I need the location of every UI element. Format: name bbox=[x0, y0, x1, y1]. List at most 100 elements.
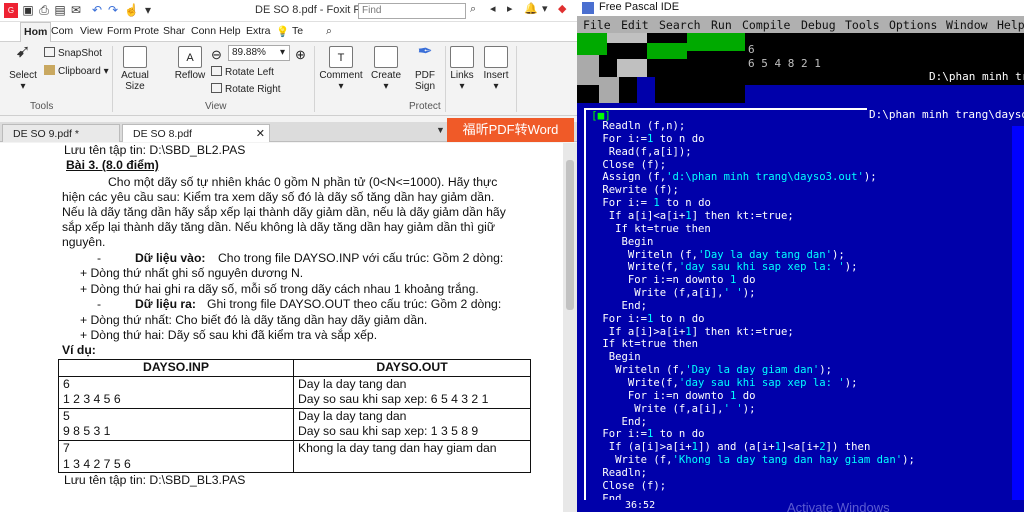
search-icon[interactable]: ⌕ bbox=[326, 25, 332, 38]
code-line[interactable]: For i:=n downto 1 do bbox=[596, 390, 756, 402]
code-line[interactable]: Close (f); bbox=[596, 159, 666, 171]
customize-arrow-icon[interactable]: ▾ bbox=[141, 3, 155, 18]
code-line[interactable]: If kt=true then bbox=[596, 223, 711, 235]
open-icon[interactable]: ▣ bbox=[21, 3, 35, 18]
menu-help[interactable]: Help bbox=[997, 18, 1024, 32]
clipboard-icon bbox=[44, 65, 55, 75]
code-line[interactable]: Writeln (f,'Day la day tang dan'); bbox=[596, 249, 845, 261]
code-line[interactable]: For i:=1 to n do bbox=[596, 133, 704, 145]
code-line[interactable]: Writeln (f,'Day la day giam dan'); bbox=[596, 364, 832, 376]
save-filename-line: Lưu tên tập tin: D:\SBD_BL2.PAS bbox=[64, 143, 246, 157]
print-icon[interactable]: ⎙ bbox=[37, 3, 51, 18]
hand-tool-icon[interactable]: ☝ bbox=[124, 3, 139, 18]
rotate-left-button[interactable]: Rotate Left bbox=[211, 66, 274, 78]
menu-search[interactable]: Search bbox=[659, 18, 701, 32]
code-line[interactable]: For i:=n downto 1 do bbox=[596, 274, 756, 286]
code-line[interactable]: Rewrite (f); bbox=[596, 184, 679, 196]
tab-connect[interactable]: Conn bbox=[191, 25, 216, 37]
code-line[interactable]: End; bbox=[596, 300, 648, 312]
code-line[interactable]: If kt=true then bbox=[596, 338, 698, 350]
menu-window[interactable]: Window bbox=[946, 18, 988, 32]
insert-button[interactable]: Insert ▾ bbox=[480, 46, 512, 92]
find-next-icon[interactable]: ▸ bbox=[507, 2, 513, 15]
menu-file[interactable]: File bbox=[583, 18, 611, 32]
close-tab-icon[interactable]: ✕ bbox=[256, 127, 265, 140]
menu-edit[interactable]: Edit bbox=[621, 18, 649, 32]
doc-tab-de-so-8[interactable]: DE SO 8.pdf ✕ bbox=[122, 124, 270, 142]
code-line[interactable]: Write (f,a[i],' '); bbox=[596, 287, 755, 299]
tab-form[interactable]: Form bbox=[107, 25, 132, 37]
menu-debug[interactable]: Debug bbox=[801, 18, 836, 32]
code-line[interactable]: Begin bbox=[596, 351, 641, 363]
tab-extra[interactable]: Extra bbox=[246, 25, 271, 37]
lightbulb-icon[interactable]: 💡 bbox=[276, 25, 289, 38]
pdf-sign-button[interactable]: ✒ PDF Sign bbox=[407, 42, 443, 92]
code-line[interactable]: For i:= 1 to n do bbox=[596, 197, 710, 209]
links-button[interactable]: Links ▾ bbox=[447, 46, 477, 92]
chevron-down-icon[interactable]: ▾ bbox=[280, 47, 285, 58]
undo-icon[interactable]: ↶ bbox=[90, 3, 104, 18]
actual-size-button[interactable]: Actual Size bbox=[117, 46, 153, 92]
ribbon-tabs: Hom Com View Form Prote Shar Conn Help E… bbox=[0, 22, 577, 42]
pdf-to-word-banner[interactable]: 福昕PDF转Word bbox=[447, 118, 574, 142]
code-line[interactable]: Write(f,'day sau khi sap xep la: '); bbox=[596, 377, 858, 389]
code-line[interactable]: If a[i]<a[i+1] then kt:=true; bbox=[596, 210, 794, 222]
code-line[interactable]: Write (f,'Khong la day tang dan hay giam… bbox=[596, 454, 915, 466]
tab-comment[interactable]: Com bbox=[51, 25, 73, 37]
find-prev-icon[interactable]: ◂ bbox=[490, 2, 496, 15]
tab-help[interactable]: Help bbox=[219, 25, 241, 37]
code-line[interactable]: Readln (f,n); bbox=[596, 120, 685, 132]
save-icon[interactable]: ▤ bbox=[53, 3, 67, 18]
insert-page-icon bbox=[484, 46, 508, 68]
code-line[interactable]: If a[i]>a[i+1] then kt:=true; bbox=[596, 326, 794, 338]
doc-tab-de-so-9[interactable]: DE SO 9.pdf * bbox=[2, 124, 120, 142]
menu-compile[interactable]: Compile bbox=[742, 18, 790, 32]
minimize-icon[interactable]: ▾ bbox=[542, 2, 548, 15]
code-line[interactable]: For i:=1 to n do bbox=[596, 428, 704, 440]
create-button[interactable]: Create ▾ bbox=[368, 46, 404, 92]
reflow-button[interactable]: A Reflow bbox=[172, 46, 208, 81]
search-icon[interactable]: ⌕ bbox=[470, 3, 476, 16]
input-label: Dữ liệu vào: bbox=[135, 251, 206, 265]
snapshot-button[interactable]: SnapShot bbox=[44, 47, 102, 59]
email-icon[interactable]: ✉ bbox=[69, 3, 83, 18]
foxit-account-icon[interactable]: ◆ bbox=[558, 2, 566, 15]
scrollbar-thumb[interactable] bbox=[566, 160, 574, 310]
find-input[interactable]: Find bbox=[358, 3, 466, 19]
code-line[interactable]: Write(f,'day sau khi sap xep la: '); bbox=[596, 261, 858, 273]
comment-button[interactable]: T Comment ▾ bbox=[318, 46, 364, 92]
ribbon-home: ➹ Select ▾ SnapShot Clipboard ▾ Tools Act… bbox=[0, 42, 577, 116]
activate-windows-watermark: Activate Windows bbox=[787, 500, 890, 512]
output-label: Dữ liệu ra: bbox=[135, 297, 196, 311]
zoom-in-icon[interactable]: ⊕ bbox=[295, 47, 306, 63]
menu-options[interactable]: Options bbox=[889, 18, 937, 32]
tab-share[interactable]: Shar bbox=[163, 25, 185, 37]
notification-icon[interactable]: 🔔 bbox=[524, 2, 538, 15]
code-line[interactable]: Begin bbox=[596, 236, 654, 248]
code-line[interactable]: Readln; bbox=[596, 467, 647, 479]
tab-protect[interactable]: Prote bbox=[134, 25, 159, 37]
code-line[interactable]: End; bbox=[596, 416, 648, 428]
clipboard-button[interactable]: Clipboard ▾ bbox=[44, 65, 109, 77]
code-line[interactable]: Write (f,a[i],' '); bbox=[596, 403, 755, 415]
code-line[interactable]: For i:=1 to n do bbox=[596, 313, 704, 325]
redo-icon[interactable]: ↷ bbox=[106, 3, 120, 18]
zoom-out-icon[interactable]: ⊖ bbox=[211, 47, 222, 63]
tab-home[interactable]: Hom bbox=[20, 22, 52, 42]
rotate-right-button[interactable]: Rotate Right bbox=[211, 83, 281, 95]
menu-run[interactable]: Run bbox=[711, 18, 732, 32]
code-line[interactable]: If (a[i]>a[i+1]) and (a[i+1]<a[i+2]) the… bbox=[596, 441, 871, 453]
tab-list-arrow-icon[interactable]: ▼ bbox=[436, 125, 445, 135]
tell-me-icon[interactable]: Te bbox=[292, 25, 303, 37]
rotate-left-icon bbox=[211, 66, 222, 76]
rotate-right-icon bbox=[211, 83, 222, 93]
menu-tools[interactable]: Tools bbox=[845, 18, 880, 32]
code-line[interactable]: Read(f,a[i]); bbox=[596, 146, 692, 158]
select-button[interactable]: ➹ Select ▾ bbox=[6, 42, 40, 92]
editor-vertical-scrollbar[interactable] bbox=[1012, 126, 1024, 500]
code-line[interactable]: Assign (f,'d:\phan minh trang\dayso3.out… bbox=[596, 171, 876, 183]
table-row: 61 2 3 4 5 6 Day la day tang dan Day so s… bbox=[58, 375, 531, 409]
code-line[interactable]: Close (f); bbox=[596, 480, 666, 492]
tab-view[interactable]: View bbox=[80, 25, 103, 37]
table-header-row: DAYSO.INP DAYSO.OUT bbox=[58, 359, 531, 377]
